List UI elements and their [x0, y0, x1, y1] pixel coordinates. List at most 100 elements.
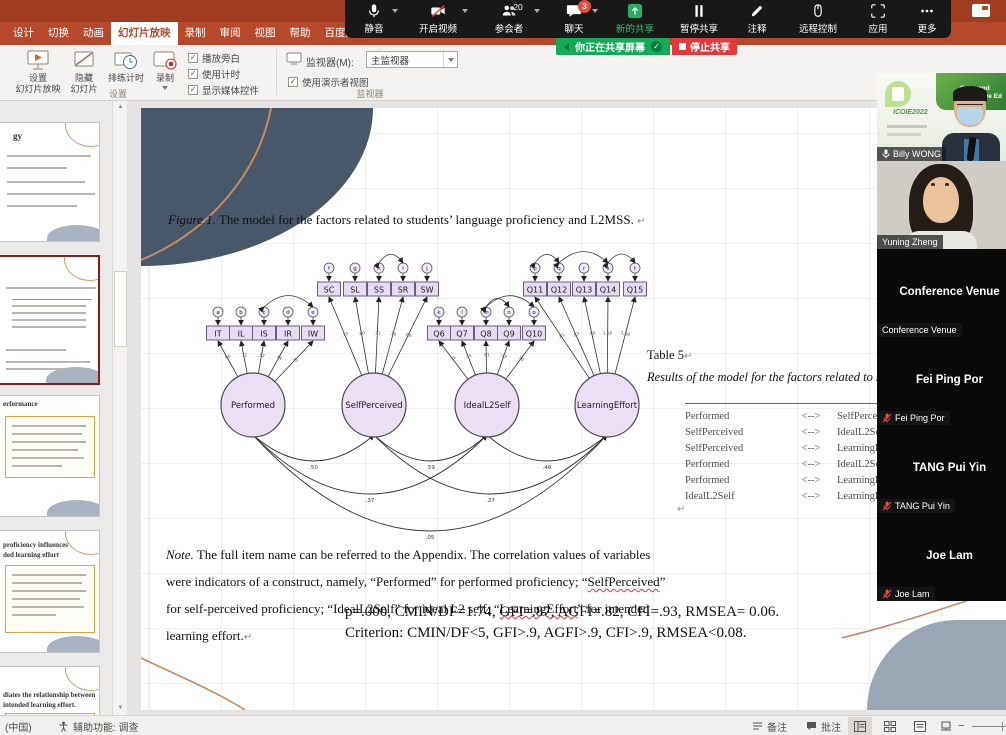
participant-tile-tang-pui-yin[interactable]: TANG Pui Yin TANG Pui Yin — [877, 425, 1006, 513]
chevron-down-icon[interactable] — [592, 9, 598, 13]
participant-tile-fei-ping-por[interactable]: Fei Ping Por Fei Ping Por — [877, 337, 1006, 425]
participant-name-label: Joe Lam — [877, 587, 935, 601]
tab-design[interactable]: 设计 — [6, 22, 41, 45]
zoom-out-button[interactable]: − — [958, 716, 964, 735]
figure-caption[interactable]: Figure 1. The model for the factors rela… — [168, 212, 645, 228]
new-share-button[interactable]: 新的共享 — [603, 0, 667, 38]
thumb-decoration — [47, 225, 100, 242]
record-button[interactable]: 录制 — [148, 49, 182, 90]
language-status[interactable]: (中国) — [5, 716, 32, 735]
svg-text:m: m — [483, 310, 488, 316]
tab-animations[interactable]: 动画 — [76, 22, 111, 45]
rehearse-timings-button[interactable]: 排练计时 — [104, 49, 148, 84]
variable-name: Performed — [685, 411, 785, 422]
accessibility-status[interactable]: 辅助功能: 调查 — [58, 716, 139, 735]
svg-text:SR: SR — [398, 286, 409, 295]
use-timings-checkbox[interactable]: ✓ 使用计时 — [188, 67, 240, 81]
tab-review[interactable]: 审阅 — [213, 22, 248, 45]
scroll-up-button[interactable]: ▲ — [114, 101, 127, 114]
svg-text:IR: IR — [284, 330, 292, 339]
tab-transitions[interactable]: 切换 — [41, 22, 76, 45]
svg-text:Performed: Performed — [231, 401, 275, 411]
svg-text:a: a — [216, 310, 219, 316]
thumb-decoration — [65, 122, 100, 147]
participants-count: 20 — [513, 2, 522, 12]
more-icon — [919, 3, 935, 19]
svg-text:Q15: Q15 — [627, 286, 643, 295]
slide-sorter-view-button[interactable] — [878, 717, 902, 735]
mic-muted-icon — [882, 501, 892, 511]
setup-slideshow-label-2: 幻灯片放映 — [15, 84, 60, 94]
slide-thumbnail-2-current[interactable] — [0, 255, 100, 385]
svg-text:IL: IL — [238, 330, 245, 339]
chat-button[interactable]: 3 聊天 — [545, 0, 603, 38]
variable-name: SelfPerceived — [685, 443, 785, 454]
setup-slideshow-button[interactable]: 设置 幻灯片放映 — [14, 49, 62, 95]
more-button[interactable]: 更多 — [903, 0, 951, 38]
remote-control-button[interactable]: 远程控制 — [783, 0, 853, 38]
chevron-down-icon[interactable] — [392, 9, 398, 13]
thumbnail-scrollbar[interactable]: ▲ ▼ — [112, 101, 127, 715]
slide-thumbnail-4[interactable]: proficiency influences ded learning effo… — [0, 530, 100, 653]
backdrop-logo-icon — [885, 81, 911, 107]
zoom-slider[interactable] — [972, 726, 1006, 727]
banner-collapse-arrow[interactable] — [564, 43, 569, 51]
comments-button[interactable]: 批注 — [806, 716, 841, 735]
chevron-down-icon[interactable] — [462, 9, 468, 13]
tab-view[interactable]: 视图 — [248, 22, 283, 45]
participant-center-name: Joe Lam — [877, 550, 1006, 562]
svg-text:Q7: Q7 — [456, 330, 467, 339]
fit-statistics-block[interactable]: p=.000, CMIN/DF=1.74, GFI=.87, AGFI=.82,… — [345, 602, 779, 644]
correlation-arrow: <--> — [785, 427, 837, 438]
note-line: were indicators of a construct, namely, … — [166, 568, 665, 595]
show-media-controls-checkbox[interactable]: ✓ 显示媒体控件 — [188, 83, 259, 97]
record-dropdown-caret[interactable] — [162, 86, 168, 90]
participant-tile-billy-wong[interactable]: Open and Innovative Ed ICOIE2022 Billy W… — [877, 73, 1006, 161]
chevron-down-icon[interactable] — [534, 9, 540, 13]
scrollbar-thumb[interactable] — [114, 271, 127, 347]
record-label: 录制 — [156, 73, 174, 83]
svg-text:c: c — [262, 310, 265, 316]
play-narrations-checkbox[interactable]: ✓ 播放旁白 — [188, 51, 240, 65]
tab-help[interactable]: 帮助 — [283, 22, 318, 45]
monitor-dropdown-arrow[interactable] — [443, 52, 457, 67]
apps-button[interactable]: 应用 — [853, 0, 903, 38]
slide-thumbnail-5[interactable]: diates the relationship between intended… — [0, 666, 100, 715]
slide-thumbnail-3[interactable]: erformance — [0, 395, 100, 517]
window-preview-icon[interactable] — [972, 4, 990, 17]
rehearse-timings-icon — [113, 49, 139, 71]
svg-text:g: g — [353, 266, 357, 272]
participants-button[interactable]: 20 参会者 — [473, 0, 545, 38]
participant-name-label: Billy WONG — [877, 147, 946, 161]
thumb-heading-fragment: intended learning effort. — [3, 701, 76, 709]
annotate-button[interactable]: 注释 — [731, 0, 783, 38]
slideshow-view-button[interactable] — [934, 717, 958, 735]
tab-record[interactable]: 录制 — [178, 22, 213, 45]
checkbox-glyph: ✓ — [188, 69, 198, 79]
show-media-controls-label: 显示媒体控件 — [202, 83, 259, 97]
checkbox-glyph: ✓ — [188, 85, 198, 95]
scroll-down-button[interactable]: ▼ — [114, 702, 127, 715]
tab-slideshow[interactable]: 幻灯片放映 — [111, 22, 178, 45]
participant-tile-yuning-zheng[interactable]: Yuning Zheng — [877, 161, 1006, 249]
stop-share-button[interactable]: 停止共享 — [672, 38, 737, 55]
svg-text:.46: .46 — [543, 465, 552, 471]
table-title[interactable]: Table 5↵ — [647, 348, 692, 363]
screen-share-banner: 你正在共享屏幕 ✓ 停止共享 — [556, 38, 737, 55]
monitor-dropdown[interactable]: 主监视器 — [366, 51, 458, 68]
svg-text:1.10: 1.10 — [603, 330, 613, 335]
participant-tile-conference-venue[interactable]: Conference Venue Conference Venue — [877, 249, 1006, 337]
table-caption[interactable]: Results of the model for the factors rel… — [647, 370, 902, 385]
svg-text:Q9: Q9 — [503, 330, 514, 339]
slide-thumbnail-1[interactable]: gy — [0, 122, 100, 242]
svg-text:.73: .73 — [341, 331, 349, 338]
reading-view-button[interactable] — [908, 717, 932, 735]
normal-view-button[interactable] — [848, 717, 872, 735]
participant-tile-joe-lam[interactable]: Joe Lam Joe Lam — [877, 513, 1006, 601]
notes-button[interactable]: 备注 — [752, 716, 787, 735]
start-video-button[interactable]: 开启视频 — [403, 0, 473, 38]
svg-text:SW: SW — [421, 286, 434, 295]
pause-share-button[interactable]: 暂停共享 — [667, 0, 731, 38]
mute-button[interactable]: 静音 — [345, 0, 403, 38]
svg-text:.37: .37 — [366, 498, 375, 504]
